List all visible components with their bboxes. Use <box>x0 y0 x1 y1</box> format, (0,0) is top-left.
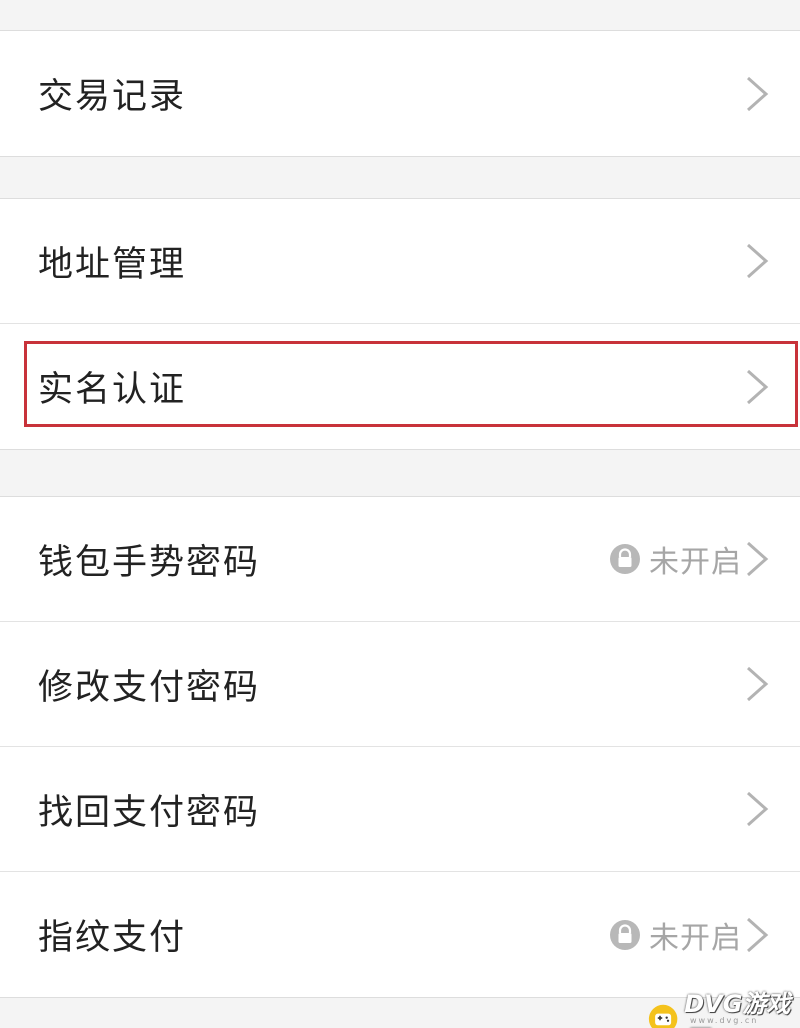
watermark-subtext: www.dvg.cn <box>690 1016 759 1025</box>
chevron-right-icon <box>747 541 769 577</box>
chevron-right-icon <box>747 791 769 827</box>
chevron-right-icon <box>747 917 769 952</box>
menu-item-label: 指纹支付 <box>38 918 187 958</box>
menu-item-real-name-verification[interactable]: 实名认证 <box>0 324 800 449</box>
menu-item-label: 修改支付密码 <box>38 667 261 708</box>
status-text: 未开启 <box>649 545 742 580</box>
chevron-right-icon <box>747 243 769 279</box>
menu-item-label: 地址管理 <box>38 244 187 285</box>
lock-icon <box>610 919 640 950</box>
menu-item-change-payment-password[interactable]: 修改支付密码 <box>0 622 800 747</box>
settings-group-1: 交易记录 <box>0 30 800 157</box>
menu-item-retrieve-payment-password[interactable]: 找回支付密码 <box>0 747 800 872</box>
menu-item-transaction-records[interactable]: 交易记录 <box>0 31 800 156</box>
status-indicator: 未开启 <box>609 537 742 581</box>
menu-item-label: 钱包手势密码 <box>38 542 261 583</box>
menu-item-label: 交易记录 <box>38 77 187 117</box>
settings-group-3: 钱包手势密码 未开启 修改支付密码 找回支付密码 指纹支付 未开启 <box>0 496 800 998</box>
status-indicator: 未开启 <box>609 913 742 957</box>
chevron-right-icon <box>747 369 769 404</box>
chevron-right-icon <box>747 666 769 702</box>
lock-icon <box>610 544 640 574</box>
menu-item-wallet-gesture-password[interactable]: 钱包手势密码 未开启 <box>0 497 800 622</box>
menu-item-fingerprint-payment[interactable]: 指纹支付 未开启 <box>0 872 800 997</box>
chevron-right-icon <box>747 76 769 111</box>
menu-item-label: 找回支付密码 <box>38 792 261 833</box>
status-text: 未开启 <box>649 920 742 956</box>
menu-item-address-management[interactable]: 地址管理 <box>0 199 800 324</box>
settings-page: 交易记录 地址管理 实名认证 钱包手势密码 未开启 修改支付密码 找回支付密码 … <box>0 0 800 1028</box>
menu-item-label: 实名认证 <box>38 370 187 410</box>
game-controller-icon <box>648 1004 678 1028</box>
settings-group-2: 地址管理 实名认证 <box>0 198 800 450</box>
